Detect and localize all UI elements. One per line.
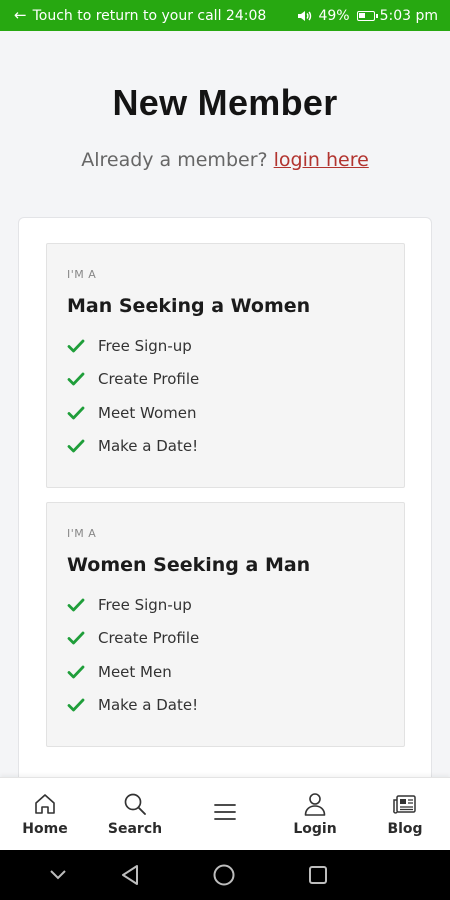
check-icon — [67, 665, 85, 679]
option-title: Women Seeking a Man — [67, 554, 311, 576]
home-circle-icon — [213, 864, 235, 886]
system-home-button[interactable] — [206, 857, 242, 893]
user-icon — [304, 793, 326, 816]
search-icon — [124, 793, 146, 815]
newspaper-icon — [393, 795, 416, 814]
check-icon — [67, 631, 85, 645]
option-woman-seeking-man[interactable]: I'M A Women Seeking a Man Free Sign-up C… — [46, 502, 405, 747]
system-recents-button[interactable] — [300, 857, 336, 893]
status-bar[interactable]: ← Touch to return to your call 24:08 49%… — [0, 0, 450, 31]
nav-label: Blog — [387, 821, 423, 837]
option-kicker: I'M A — [67, 268, 97, 281]
login-prompt-text: Already a member? — [81, 149, 268, 171]
feature-label: Make a Date! — [98, 437, 199, 456]
nav-label: Home — [22, 821, 68, 837]
check-icon — [67, 439, 85, 453]
nav-label: Login — [293, 821, 337, 837]
feature-item: Meet Men — [67, 655, 384, 689]
login-prompt-row: Already a member? login here — [0, 149, 450, 171]
nav-search[interactable]: Search — [90, 778, 180, 851]
status-indicators: 49% 5:03 pm — [297, 8, 438, 24]
option-title: Man Seeking a Women — [67, 295, 311, 317]
page-title: New Member — [112, 82, 338, 123]
feature-item: Make a Date! — [67, 430, 384, 464]
return-to-call-banner[interactable]: ← Touch to return to your call 24:08 — [14, 8, 266, 24]
battery-icon — [356, 10, 378, 21]
feature-item: Make a Date! — [67, 689, 384, 723]
feature-list: Free Sign-up Create Profile Meet Women M… — [67, 329, 384, 463]
feature-label: Make a Date! — [98, 696, 199, 715]
feature-item: Free Sign-up — [67, 329, 384, 363]
feature-label: Free Sign-up — [98, 336, 192, 355]
back-triangle-icon — [122, 865, 138, 885]
clock: 5:03 pm — [379, 7, 438, 24]
system-nav-bar — [0, 850, 450, 900]
system-back-button[interactable] — [112, 857, 148, 893]
feature-item: Free Sign-up — [67, 588, 384, 622]
home-icon — [35, 794, 55, 814]
check-icon — [67, 339, 85, 353]
feature-item: Create Profile — [67, 622, 384, 656]
option-kicker: I'M A — [67, 527, 97, 540]
menu-icon — [214, 804, 236, 820]
check-icon — [67, 698, 85, 712]
nav-menu[interactable] — [180, 778, 270, 851]
feature-label: Free Sign-up — [98, 595, 192, 614]
battery-fill — [358, 12, 365, 18]
nav-label: Search — [107, 821, 163, 837]
login-link[interactable]: login here — [274, 149, 369, 171]
speaker-icon — [298, 10, 312, 21]
feature-label: Meet Men — [98, 662, 172, 681]
check-icon — [67, 372, 85, 386]
battery-percent: 49% — [318, 7, 350, 24]
check-icon — [67, 598, 85, 612]
nav-login[interactable]: Login — [270, 778, 360, 851]
feature-label: Create Profile — [98, 629, 200, 648]
feature-list: Free Sign-up Create Profile Meet Men Mak… — [67, 588, 384, 722]
nav-blog[interactable]: Blog — [360, 778, 450, 851]
nav-home[interactable]: Home — [0, 778, 90, 851]
feature-item: Meet Women — [67, 396, 384, 430]
feature-label: Meet Women — [98, 403, 197, 422]
option-man-seeking-women[interactable]: I'M A Man Seeking a Women Free Sign-up C… — [46, 243, 405, 488]
bottom-nav: Home Search Login Blog — [0, 777, 450, 850]
chevron-down-icon — [50, 870, 66, 880]
check-icon — [67, 406, 85, 420]
call-status-text: Touch to return to your call 24:08 — [32, 7, 267, 24]
feature-label: Create Profile — [98, 370, 200, 389]
system-collapse-button[interactable] — [40, 857, 76, 893]
feature-item: Create Profile — [67, 363, 384, 397]
recents-square-icon — [309, 866, 327, 884]
back-arrow-icon: ← — [14, 6, 27, 24]
